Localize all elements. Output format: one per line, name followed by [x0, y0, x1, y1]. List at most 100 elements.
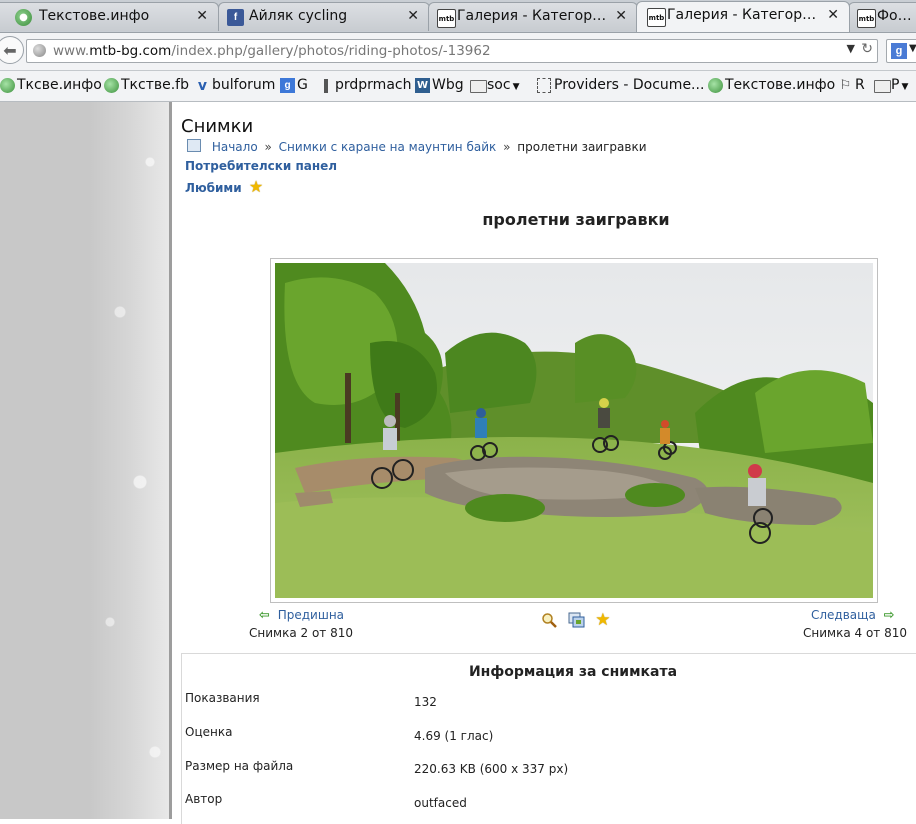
page-title: Снимки	[181, 116, 254, 137]
r-icon: ⚐	[839, 78, 852, 93]
bookmark-label: Текстове.инфо	[725, 77, 836, 93]
photo-title: пролетни заигравки	[482, 210, 670, 229]
tab-forum[interactable]: mtb Форум	[848, 2, 916, 31]
breadcrumb: Начало » Снимки с каране на маунтин байк…	[187, 139, 647, 154]
photo-image[interactable]	[275, 263, 873, 598]
page-side-background	[0, 102, 172, 819]
history-dropdown-icon[interactable]: ▼	[847, 42, 855, 55]
tab-tekstove[interactable]: ● Текстове.инфо ✕	[0, 2, 219, 31]
info-label-views: Показвания	[185, 691, 260, 705]
bar-icon	[318, 78, 333, 93]
url-path: /index.php/gallery/photos/riding-photos/…	[171, 43, 491, 59]
tab-strip: ● Текстове.инфо ✕ f Айляк cycling ✕ mtb …	[0, 0, 916, 33]
google-icon: g	[891, 43, 907, 59]
google-icon: g	[280, 78, 295, 93]
breadcrumb-current: пролетни заигравки	[517, 140, 647, 154]
bookmark-prdprmach[interactable]: prdprmach	[318, 77, 411, 95]
breadcrumb-separator: »	[264, 140, 272, 154]
bookmark-label: prdprmach	[335, 77, 412, 93]
slideshow-icon[interactable]	[568, 612, 585, 629]
bookmark-folder-soc[interactable]: soc ▼	[470, 77, 519, 95]
prev-photo-link[interactable]: ⇦ Предишна	[259, 608, 344, 623]
tab-gallery-1[interactable]: mtb Галерия - Категории - mtb-bg.com ✕	[428, 2, 638, 31]
close-icon[interactable]: ✕	[615, 8, 627, 24]
globe-icon	[104, 78, 119, 93]
favorites-link-row[interactable]: Любими ★	[185, 177, 263, 196]
bookmark-tkctve-fb[interactable]: Ткcтве.fb	[104, 77, 189, 95]
bookmark-tkcve-info[interactable]: Ткcве.инфо	[0, 77, 102, 95]
close-icon[interactable]: ✕	[407, 8, 419, 24]
bookmark-label: R	[855, 77, 865, 93]
favorites-link[interactable]: Любими	[185, 181, 242, 195]
mtb-icon: mtb	[437, 9, 456, 28]
prev-label: Предишна	[277, 608, 345, 622]
page-content: Снимки Начало » Снимки с каране на маунт…	[175, 102, 916, 824]
site-identity-icon	[33, 44, 46, 57]
bookmark-label: P	[891, 77, 900, 93]
photo-info-panel: Информация за снимката Показвания 132 Оц…	[181, 653, 916, 824]
search-engine-box[interactable]: g ▼	[886, 39, 916, 63]
arrow-left-icon: ⬅	[3, 40, 17, 60]
info-label-filesize: Размер на файла	[185, 759, 294, 773]
tab-title: Галерия - Категории - mtb-bg.com	[667, 7, 841, 23]
globe-icon	[0, 78, 15, 93]
info-value-author: outfaced	[414, 796, 467, 810]
star-icon: ★	[248, 177, 264, 196]
document-icon	[537, 78, 551, 93]
info-value-filesize: 220.63 KB (600 x 337 px)	[414, 762, 569, 776]
back-button[interactable]: ⬅	[0, 36, 24, 64]
info-value-views: 132	[414, 695, 437, 709]
info-value-rating: 4.69 (1 глас)	[414, 729, 494, 743]
next-photo-count: Снимка 4 от 810	[803, 626, 907, 640]
chevron-down-icon: ▼	[512, 82, 520, 92]
globe-icon: ●	[15, 9, 32, 26]
chevron-down-icon: ▼	[901, 82, 909, 92]
bookmark-bulforum[interactable]: v bulforum	[195, 77, 276, 95]
tab-title: Форум	[877, 8, 916, 24]
next-photo-link[interactable]: Следваща ⇨	[811, 608, 895, 623]
w-icon: W	[415, 78, 430, 93]
home-icon	[187, 139, 201, 152]
info-label-author: Автор	[185, 792, 223, 806]
bookmark-folder-p[interactable]: P ▼	[874, 77, 908, 95]
bookmark-label: Ткcтве.fb	[121, 77, 189, 93]
tab-ailyak[interactable]: f Айляк cycling ✕	[218, 2, 430, 31]
close-icon[interactable]: ✕	[827, 7, 839, 23]
mtb-icon: mtb	[857, 9, 876, 28]
url-prefix: www.	[53, 43, 90, 59]
facebook-icon: f	[227, 9, 244, 26]
bookmark-r[interactable]: ⚐ R	[838, 77, 865, 95]
arrow-left-icon: ⇦	[259, 608, 270, 623]
tab-title: Текстове.инфо	[39, 8, 150, 24]
bookmark-wbg[interactable]: W Wbg	[415, 77, 464, 95]
photo-illustration	[275, 263, 873, 598]
tab-gallery-2[interactable]: mtb Галерия - Категории - mtb-bg.com ✕	[636, 1, 850, 32]
reload-icon[interactable]: ↻	[861, 41, 873, 57]
next-label: Следваща	[811, 608, 876, 622]
bookmark-label: G	[297, 77, 308, 93]
breadcrumb-home-link[interactable]: Начало	[212, 140, 258, 154]
magnify-icon[interactable]	[541, 612, 558, 629]
bookmark-tekstove-info[interactable]: Текстове.инфо	[708, 77, 835, 95]
breadcrumb-category-link[interactable]: Снимки с каране на маунтин байк	[279, 140, 497, 154]
tab-title: Айляк cycling	[249, 8, 348, 24]
address-bar[interactable]: www.mtb-bg.com/index.php/gallery/photos/…	[26, 39, 878, 63]
photo-tools: ★	[541, 612, 618, 630]
bookmark-google[interactable]: g G	[280, 77, 308, 95]
bookmark-providers[interactable]: Providers - Docume...	[537, 77, 704, 95]
close-icon[interactable]: ✕	[196, 8, 208, 24]
folder-icon	[470, 80, 487, 93]
bookmark-label: Wbg	[432, 77, 464, 93]
navigation-bar: ⬅ www.mtb-bg.com/index.php/gallery/photo…	[0, 33, 916, 71]
chevron-down-icon[interactable]: ▼	[909, 43, 916, 54]
mtb-icon: mtb	[647, 8, 666, 27]
folder-icon	[874, 80, 891, 93]
bookmark-label: Ткcве.инфо	[17, 77, 102, 93]
tab-title: Галерия - Категории - mtb-bg.com	[457, 8, 629, 24]
photo-info-heading: Информация за снимката	[468, 664, 678, 680]
user-panel-link[interactable]: Потребителски панел	[185, 159, 337, 173]
bookmarks-toolbar: Ткcве.инфо Ткcтве.fb v bulforum g G prdp…	[0, 71, 916, 102]
arrow-right-icon: ⇨	[883, 608, 895, 623]
photo-frame	[270, 258, 878, 603]
star-icon[interactable]: ★	[595, 612, 612, 629]
